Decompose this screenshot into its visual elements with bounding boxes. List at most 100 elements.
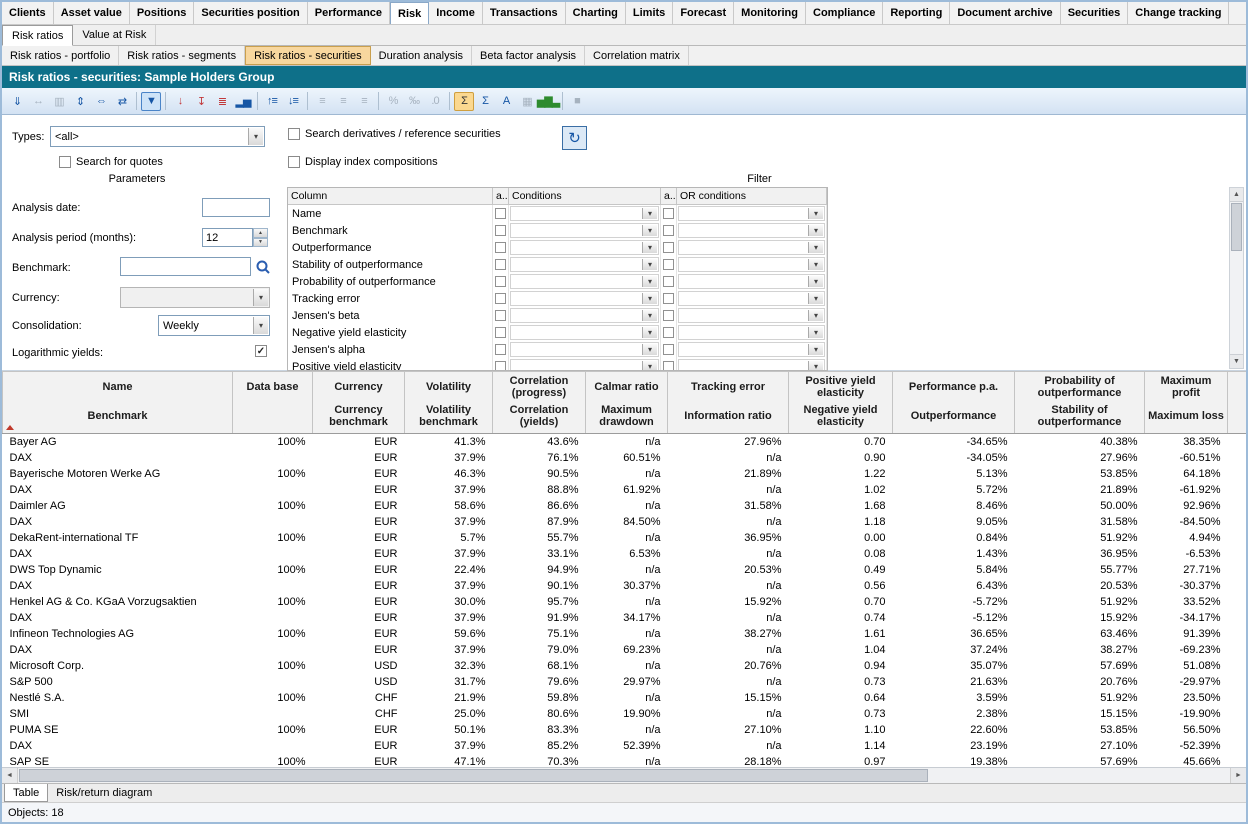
filter-conditions-select[interactable]: ▾ <box>510 257 659 272</box>
view-tab-table[interactable]: Table <box>4 784 48 802</box>
filter-conditions-select[interactable]: ▾ <box>510 206 659 221</box>
stop-icon[interactable]: ■ <box>567 92 587 111</box>
table-row[interactable]: DAXEUR37.9%79.0%69.23%n/a1.0437.24%38.27… <box>3 642 1247 658</box>
menu-item-clients[interactable]: Clients <box>2 2 54 24</box>
sort-descending-icon[interactable]: ↓≡ <box>283 92 303 111</box>
spinner-down-icon[interactable]: ▼ <box>253 238 268 248</box>
filter-checkbox[interactable] <box>663 361 674 371</box>
menu-item-securities-position[interactable]: Securities position <box>194 2 307 24</box>
filter-checkbox[interactable] <box>663 208 674 219</box>
fit-width-icon[interactable]: ↔ <box>28 92 48 111</box>
table-row[interactable]: Henkel AG & Co. KGaA Vorzugsaktien100%EU… <box>3 594 1247 610</box>
filter-checkbox[interactable] <box>495 361 506 371</box>
refresh-button[interactable]: ↻ <box>562 126 587 150</box>
filter-checkbox[interactable] <box>663 225 674 236</box>
column-header-data-base[interactable]: Data base <box>233 372 313 434</box>
menu-item-risk[interactable]: Risk <box>390 2 429 25</box>
column-header-positive-yield-elasticity[interactable]: Positive yield elasticityNegative yield … <box>789 372 893 434</box>
spinner-up-icon[interactable]: ▲ <box>253 228 268 238</box>
table-row[interactable]: PUMA SE100%EUR50.1%83.3%n/a27.10%1.1022.… <box>3 722 1247 738</box>
menu-item-document-archive[interactable]: Document archive <box>950 2 1060 24</box>
filter-or-conditions-select[interactable]: ▾ <box>678 274 825 289</box>
align-center-icon[interactable]: ≡ <box>333 92 353 111</box>
filter-or-conditions-select[interactable]: ▾ <box>678 308 825 323</box>
table-row[interactable]: Bayerische Motoren Werke AG100%EUR46.3%9… <box>3 466 1247 482</box>
horizontal-scrollbar[interactable]: ◄ ► <box>2 767 1246 783</box>
scrollbar-thumb[interactable] <box>19 769 928 782</box>
totals-row-icon[interactable]: ≣ <box>212 92 232 111</box>
font-icon[interactable]: A <box>496 92 516 111</box>
table-row[interactable]: DAXEUR37.9%85.2%52.39%n/a1.1423.19%27.10… <box>3 738 1247 754</box>
filter-conditions-select[interactable]: ▾ <box>510 291 659 306</box>
percent-icon[interactable]: % <box>383 92 403 111</box>
table-row[interactable]: Infineon Technologies AG100%EUR59.6%75.1… <box>3 626 1247 642</box>
log-yields-checkbox[interactable] <box>255 345 267 357</box>
table-row[interactable]: DAXEUR37.9%90.1%30.37%n/a0.566.43%20.53%… <box>3 578 1247 594</box>
table-row[interactable]: S&P 500USD31.7%79.6%29.97%n/a0.7321.63%2… <box>3 674 1247 690</box>
menu-item-positions[interactable]: Positions <box>130 2 195 24</box>
table-row[interactable]: DAXEUR37.9%88.8%61.92%n/a1.025.72%21.89%… <box>3 482 1247 498</box>
filter-checkbox[interactable] <box>495 327 506 338</box>
analysis-date-input[interactable] <box>202 198 270 217</box>
filter-conditions-select[interactable]: ▾ <box>510 359 659 371</box>
filter-conditions-select[interactable]: ▾ <box>510 240 659 255</box>
column-header-correlation-progress[interactable]: Correlation (progress)Correlation (yield… <box>493 372 586 434</box>
menu-item-securities[interactable]: Securities <box>1061 2 1129 24</box>
column-header-calmar-ratio[interactable]: Calmar ratioMaximum drawdown <box>586 372 668 434</box>
table-row[interactable]: Microsoft Corp.100%USD32.3%68.1%n/a20.76… <box>3 658 1247 674</box>
row-height-icon[interactable]: ⇕ <box>70 92 90 111</box>
filter-checkbox[interactable] <box>495 293 506 304</box>
analysis-period-spinner[interactable]: ▲ ▼ <box>253 228 268 247</box>
display-index-checkbox[interactable]: Display index compositions <box>288 156 438 168</box>
filter-checkbox[interactable] <box>663 242 674 253</box>
filter-or-conditions-select[interactable]: ▾ <box>678 342 825 357</box>
histogram-icon[interactable]: ▂▅ <box>233 92 253 111</box>
consolidation-select[interactable]: Weekly ▾ <box>158 315 270 336</box>
table-row[interactable]: Nestlé S.A.100%CHF21.9%59.8%n/a15.15%0.6… <box>3 690 1247 706</box>
table-row[interactable]: Daimler AG100%EUR58.6%86.6%n/a31.58%1.68… <box>3 498 1247 514</box>
subtab-correlation-matrix[interactable]: Correlation matrix <box>585 46 689 65</box>
table-row[interactable]: DWS Top Dynamic100%EUR22.4%94.9%n/a20.53… <box>3 562 1247 578</box>
filter-checkbox[interactable] <box>663 276 674 287</box>
scrollbar-track[interactable] <box>18 768 1230 783</box>
view-tab-risk-return-diagram[interactable]: Risk/return diagram <box>48 784 160 802</box>
menu-item-transactions[interactable]: Transactions <box>483 2 566 24</box>
table-row[interactable]: DekaRent-international TF100%EUR5.7%55.7… <box>3 530 1247 546</box>
copy-icon[interactable]: ▥ <box>49 92 69 111</box>
filter-checkbox[interactable] <box>495 344 506 355</box>
grid-lines-icon[interactable]: ▦ <box>517 92 537 111</box>
table-row[interactable]: Bayer AG100%EUR41.3%43.6%n/a27.96%0.70-3… <box>3 434 1247 451</box>
permille-icon[interactable]: ‰ <box>404 92 424 111</box>
filter-or-conditions-select[interactable]: ▾ <box>678 206 825 221</box>
table-row[interactable]: SMICHF25.0%80.6%19.90%n/a0.732.38%15.15%… <box>3 706 1247 722</box>
filter-checkbox[interactable] <box>495 242 506 253</box>
table-row[interactable]: SAP SE100%EUR47.1%70.3%n/a28.18%0.9719.3… <box>3 754 1247 767</box>
filter-checkbox[interactable] <box>495 259 506 270</box>
scroll-right-icon[interactable]: ► <box>1230 768 1246 783</box>
subtab-duration-analysis[interactable]: Duration analysis <box>371 46 472 65</box>
menu-item-monitoring[interactable]: Monitoring <box>734 2 806 24</box>
menu-item-forecast[interactable]: Forecast <box>673 2 734 24</box>
filter-or-conditions-select[interactable]: ▾ <box>678 240 825 255</box>
column-header-name[interactable]: NameBenchmark <box>3 372 233 434</box>
filter-vertical-scrollbar[interactable]: ▲ ▼ <box>1229 187 1244 369</box>
filter-checkbox[interactable] <box>495 310 506 321</box>
filter-or-conditions-select[interactable]: ▾ <box>678 257 825 272</box>
column-header-volatility[interactable]: VolatilityVolatility benchmark <box>405 372 493 434</box>
filter-conditions-select[interactable]: ▾ <box>510 223 659 238</box>
filter-checkbox[interactable] <box>663 293 674 304</box>
menu-item-change-tracking[interactable]: Change tracking <box>1128 2 1229 24</box>
decimals-icon[interactable]: .0 <box>425 92 445 111</box>
refresh-view-icon[interactable]: ⇄ <box>112 92 132 111</box>
filter-checkbox[interactable] <box>495 225 506 236</box>
scroll-left-icon[interactable]: ◄ <box>2 768 18 783</box>
filter-conditions-select[interactable]: ▾ <box>510 308 659 323</box>
subtab-risk-ratios-segments[interactable]: Risk ratios - segments <box>119 46 245 65</box>
sort-ascending-icon[interactable]: ↑≡ <box>262 92 282 111</box>
table-row[interactable]: DAXEUR37.9%33.1%6.53%n/a0.081.43%36.95%-… <box>3 546 1247 562</box>
column-header-currency[interactable]: CurrencyCurrency benchmark <box>313 372 405 434</box>
subtab-beta-factor-analysis[interactable]: Beta factor analysis <box>472 46 585 65</box>
types-select[interactable]: <all> ▾ <box>50 126 265 147</box>
align-right-icon[interactable]: ≡ <box>354 92 374 111</box>
align-left-icon[interactable]: ≡ <box>312 92 332 111</box>
